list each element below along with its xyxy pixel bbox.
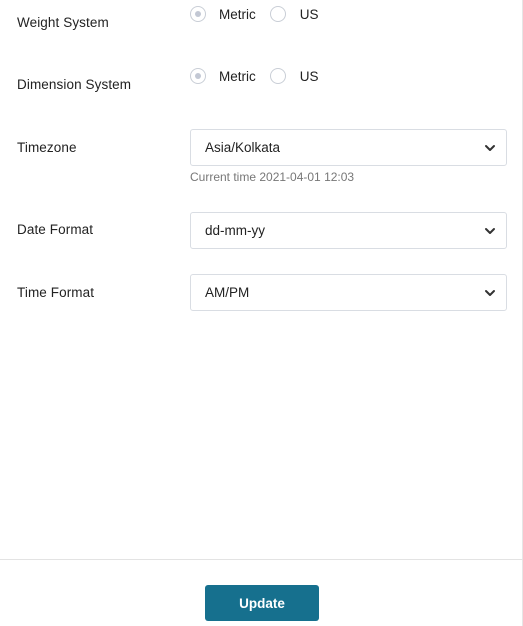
radio-selected-dot [195,11,201,17]
radio-selected-dot [195,73,201,79]
chevron-down-icon [485,227,495,234]
footer-divider [0,559,523,560]
dimension-system-metric-radio[interactable] [190,68,206,84]
weight-system-metric-option[interactable]: Metric [190,6,256,22]
date-format-select[interactable]: dd-mm-yy [190,212,507,249]
timezone-select[interactable]: Asia/Kolkata [190,129,507,166]
chevron-down-icon [485,144,495,151]
date-format-select-value: dd-mm-yy [205,223,265,238]
date-format-label: Date Format [17,222,94,237]
current-time-text: Current time 2021-04-01 12:03 [190,170,355,184]
dimension-system-metric-option[interactable]: Metric [190,68,256,84]
time-format-select-value: AM/PM [205,285,250,300]
dimension-system-metric-label: Metric [219,68,256,84]
weight-system-metric-label: Metric [219,6,256,22]
chevron-down-icon [485,289,495,296]
time-format-select[interactable]: AM/PM [190,274,507,311]
dimension-system-label: Dimension System [17,77,132,92]
time-format-label: Time Format [17,285,95,300]
weight-system-us-radio[interactable] [269,6,286,22]
weight-system-label: Weight System [17,15,109,30]
weight-system-us-label: US [299,6,319,22]
weight-system-us-option[interactable]: US [269,6,319,22]
weight-system-metric-radio[interactable] [190,6,206,22]
dimension-system-us-option[interactable]: US [269,68,319,84]
weight-system-radio-group: Metric US [190,6,333,22]
timezone-label: Timezone [17,140,77,155]
dimension-system-radio-group: Metric US [190,68,333,84]
settings-page: Weight System Metric US Dimension System… [0,0,523,626]
update-button[interactable]: Update [205,585,319,621]
dimension-system-us-label: US [299,68,319,84]
timezone-select-value: Asia/Kolkata [205,140,281,155]
dimension-system-us-radio[interactable] [269,68,286,84]
